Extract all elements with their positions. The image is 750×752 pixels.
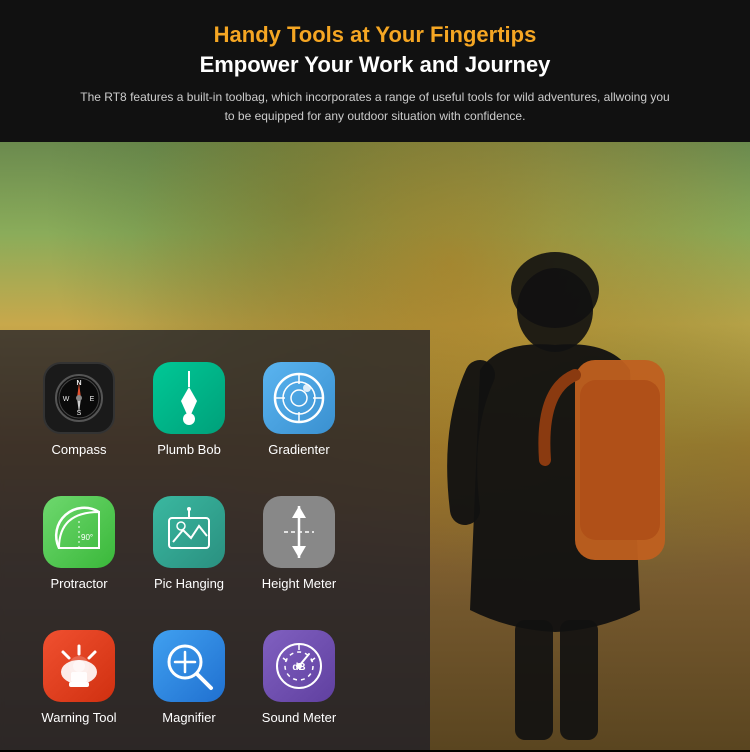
compass-label: Compass bbox=[52, 442, 107, 457]
plumb-bob-label: Plumb Bob bbox=[157, 442, 221, 457]
tool-item-magnifier[interactable]: Magnifier bbox=[134, 622, 244, 752]
gradienter-icon bbox=[263, 362, 335, 434]
person-silhouette bbox=[400, 230, 720, 750]
compass-icon: N S E W bbox=[43, 362, 115, 434]
header-description: The RT8 features a built-in toolbag, whi… bbox=[75, 88, 675, 126]
gradienter-label: Gradienter bbox=[268, 442, 329, 457]
page-wrapper: Handy Tools at Your Fingertips Empower Y… bbox=[0, 0, 750, 750]
magnifier-label: Magnifier bbox=[162, 710, 215, 725]
protractor-label: Protractor bbox=[50, 576, 107, 591]
sound-meter-label: Sound Meter bbox=[262, 710, 336, 725]
svg-text:90°: 90° bbox=[81, 533, 93, 542]
tool-item-plumb-bob[interactable]: Plumb Bob bbox=[134, 354, 244, 484]
content-section: N S E W Compass Plumb Bob Gradienter 90°… bbox=[0, 142, 750, 750]
sound-meter-icon: dB bbox=[263, 630, 335, 702]
tool-item-warning-tool[interactable]: Warning Tool bbox=[24, 622, 134, 752]
protractor-icon: 90° bbox=[43, 496, 115, 568]
header-title-white: Empower Your Work and Journey bbox=[40, 52, 710, 78]
pic-hanging-icon bbox=[153, 496, 225, 568]
tool-item-pic-hanging[interactable]: Pic Hanging bbox=[134, 488, 244, 618]
height-meter-label: Height Meter bbox=[262, 576, 336, 591]
magnifier-icon bbox=[153, 630, 225, 702]
tool-item-gradienter[interactable]: Gradienter bbox=[244, 354, 354, 484]
tools-grid: N S E W Compass Plumb Bob Gradienter 90°… bbox=[24, 354, 410, 752]
tool-item-compass[interactable]: N S E W Compass bbox=[24, 354, 134, 484]
tools-panel: N S E W Compass Plumb Bob Gradienter 90°… bbox=[0, 330, 430, 750]
pic-hanging-label: Pic Hanging bbox=[154, 576, 224, 591]
svg-text:E: E bbox=[90, 396, 95, 403]
tool-item-sound-meter[interactable]: dB Sound Meter bbox=[244, 622, 354, 752]
warning-tool-icon bbox=[43, 630, 115, 702]
svg-text:W: W bbox=[63, 396, 70, 403]
height-meter-icon bbox=[263, 496, 335, 568]
tool-item-protractor[interactable]: 90° Protractor bbox=[24, 488, 134, 618]
header-title-yellow: Handy Tools at Your Fingertips bbox=[40, 22, 710, 48]
warning-tool-label: Warning Tool bbox=[41, 710, 116, 725]
plumb-bob-icon bbox=[153, 362, 225, 434]
header-section: Handy Tools at Your Fingertips Empower Y… bbox=[0, 0, 750, 142]
tool-item-height-meter[interactable]: Height Meter bbox=[244, 488, 354, 618]
